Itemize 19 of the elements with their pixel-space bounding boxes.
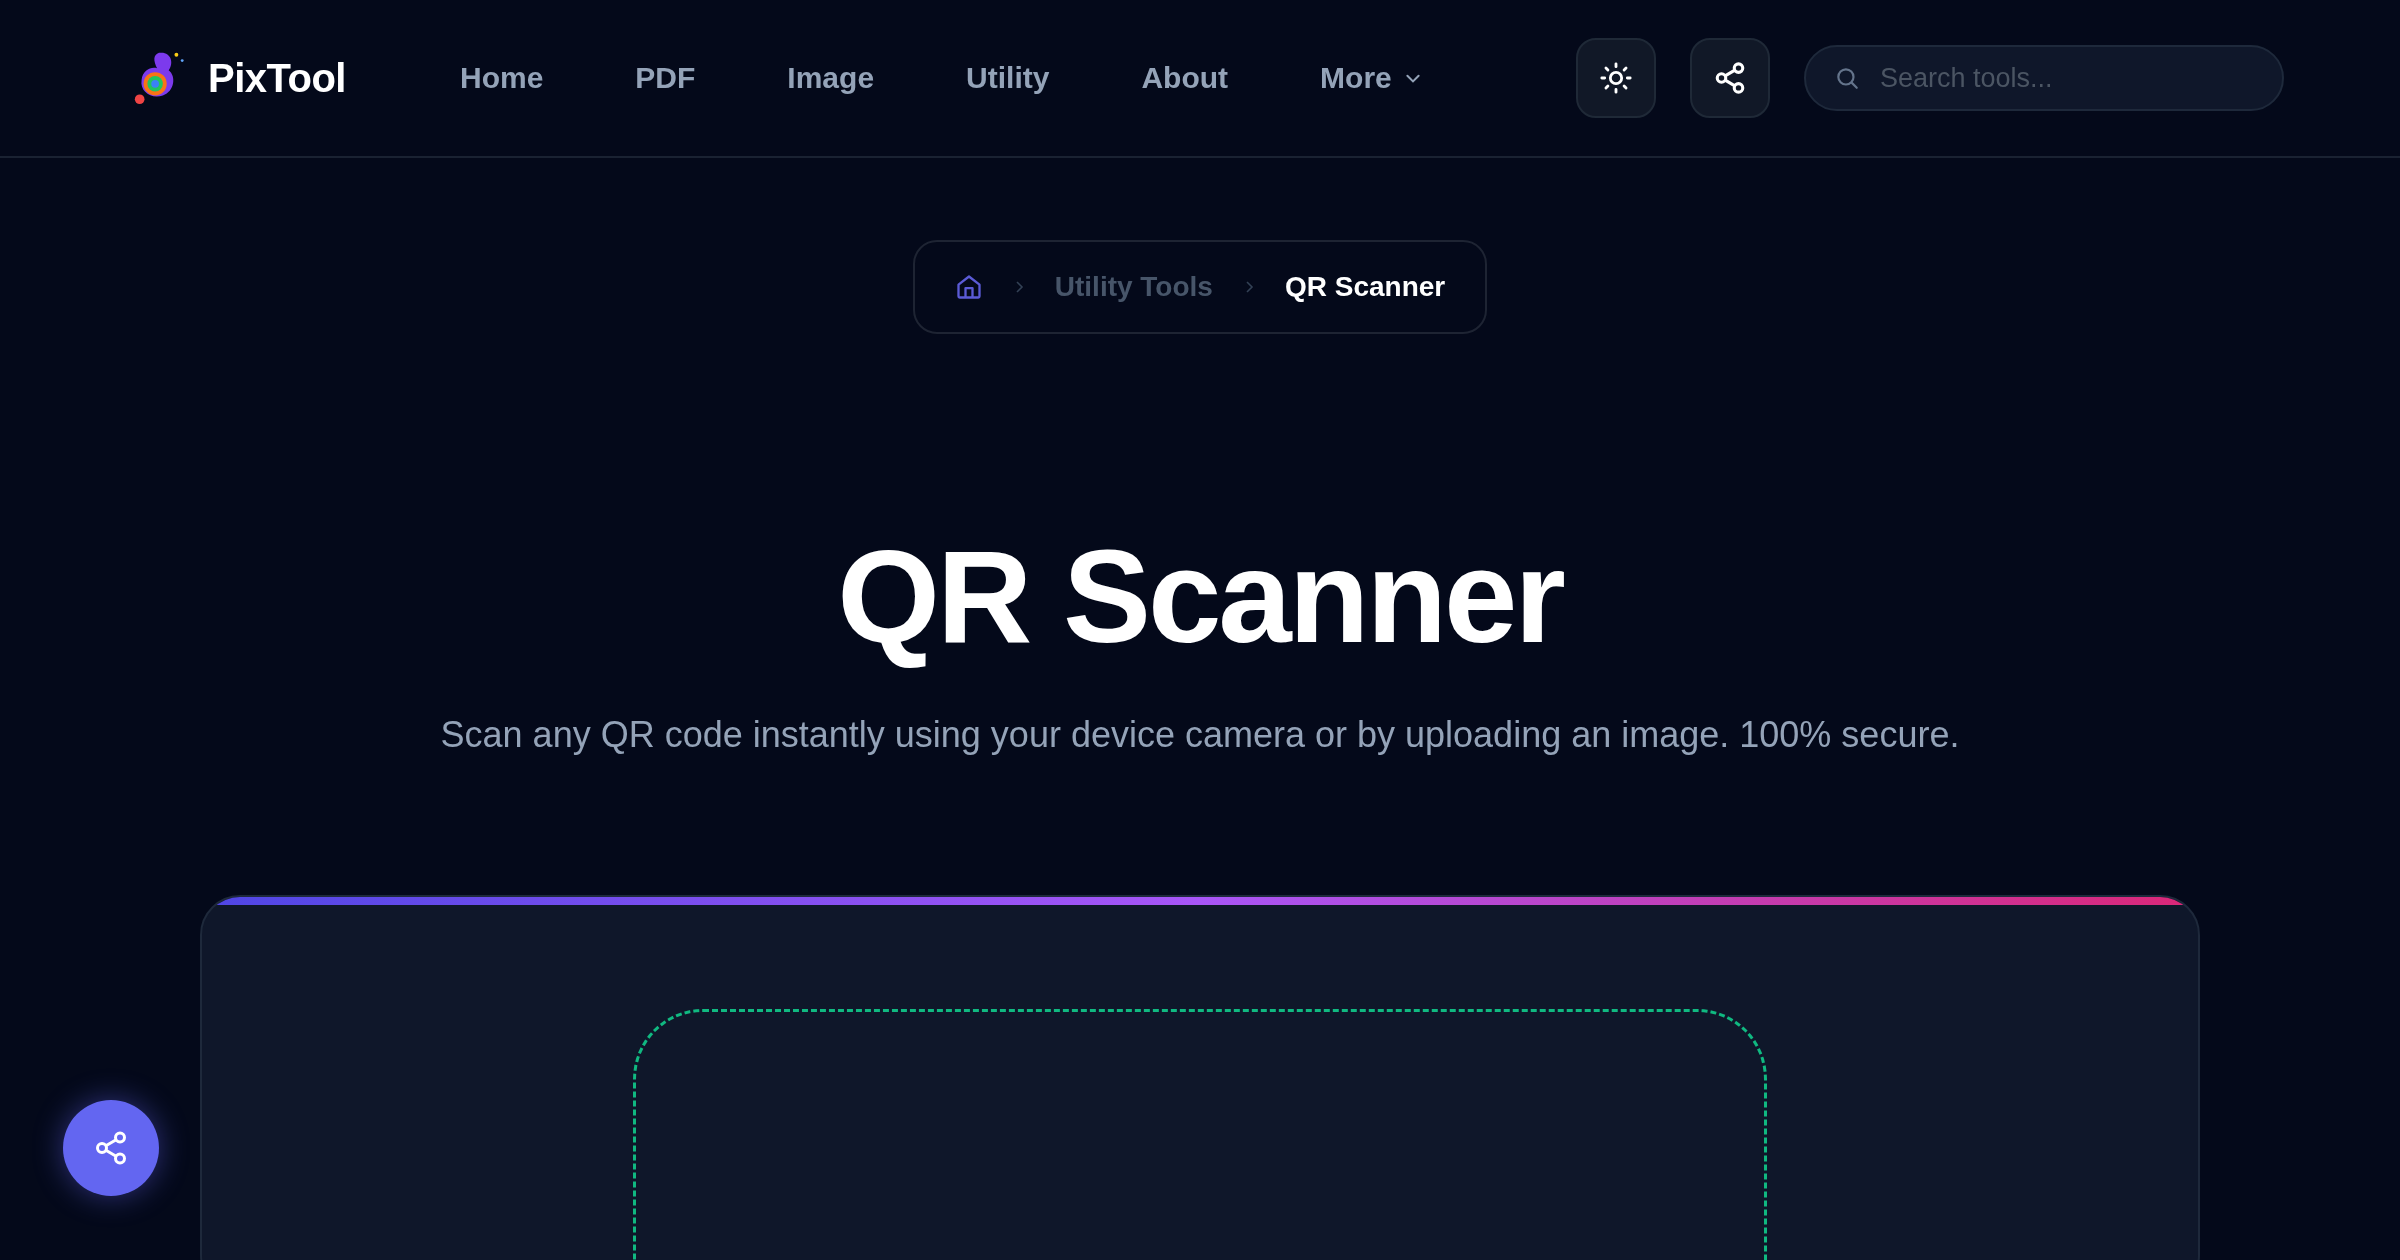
home-icon[interactable] xyxy=(954,273,983,301)
page-subtitle: Scan any QR code instantly using your device camera or by uploading an image. 100% secure. xyxy=(439,713,1961,758)
page-title: QR Scanner xyxy=(836,524,1565,670)
brand-name[interactable]: PixTool xyxy=(208,55,346,101)
theme-toggle-button[interactable] xyxy=(1576,38,1656,118)
search-icon xyxy=(1834,65,1860,91)
nav-link[interactable]: Utility xyxy=(966,61,1050,95)
share-icon xyxy=(1713,61,1747,95)
search-field[interactable]: Search tools... xyxy=(1804,45,2284,111)
nav-link[interactable]: Image xyxy=(787,61,875,95)
breadcrumb-current: QR Scanner xyxy=(1284,271,1446,303)
nav-link[interactable]: Home xyxy=(460,61,544,95)
nav-link[interactable]: PDF xyxy=(635,61,696,95)
nav-link[interactable]: About xyxy=(1141,61,1229,95)
share-button[interactable] xyxy=(1690,38,1770,118)
share-button[interactable] xyxy=(63,1100,159,1196)
share-icon xyxy=(93,1130,129,1166)
nav-dropdown[interactable]: More xyxy=(1320,61,1422,95)
sun-icon xyxy=(1599,61,1633,95)
